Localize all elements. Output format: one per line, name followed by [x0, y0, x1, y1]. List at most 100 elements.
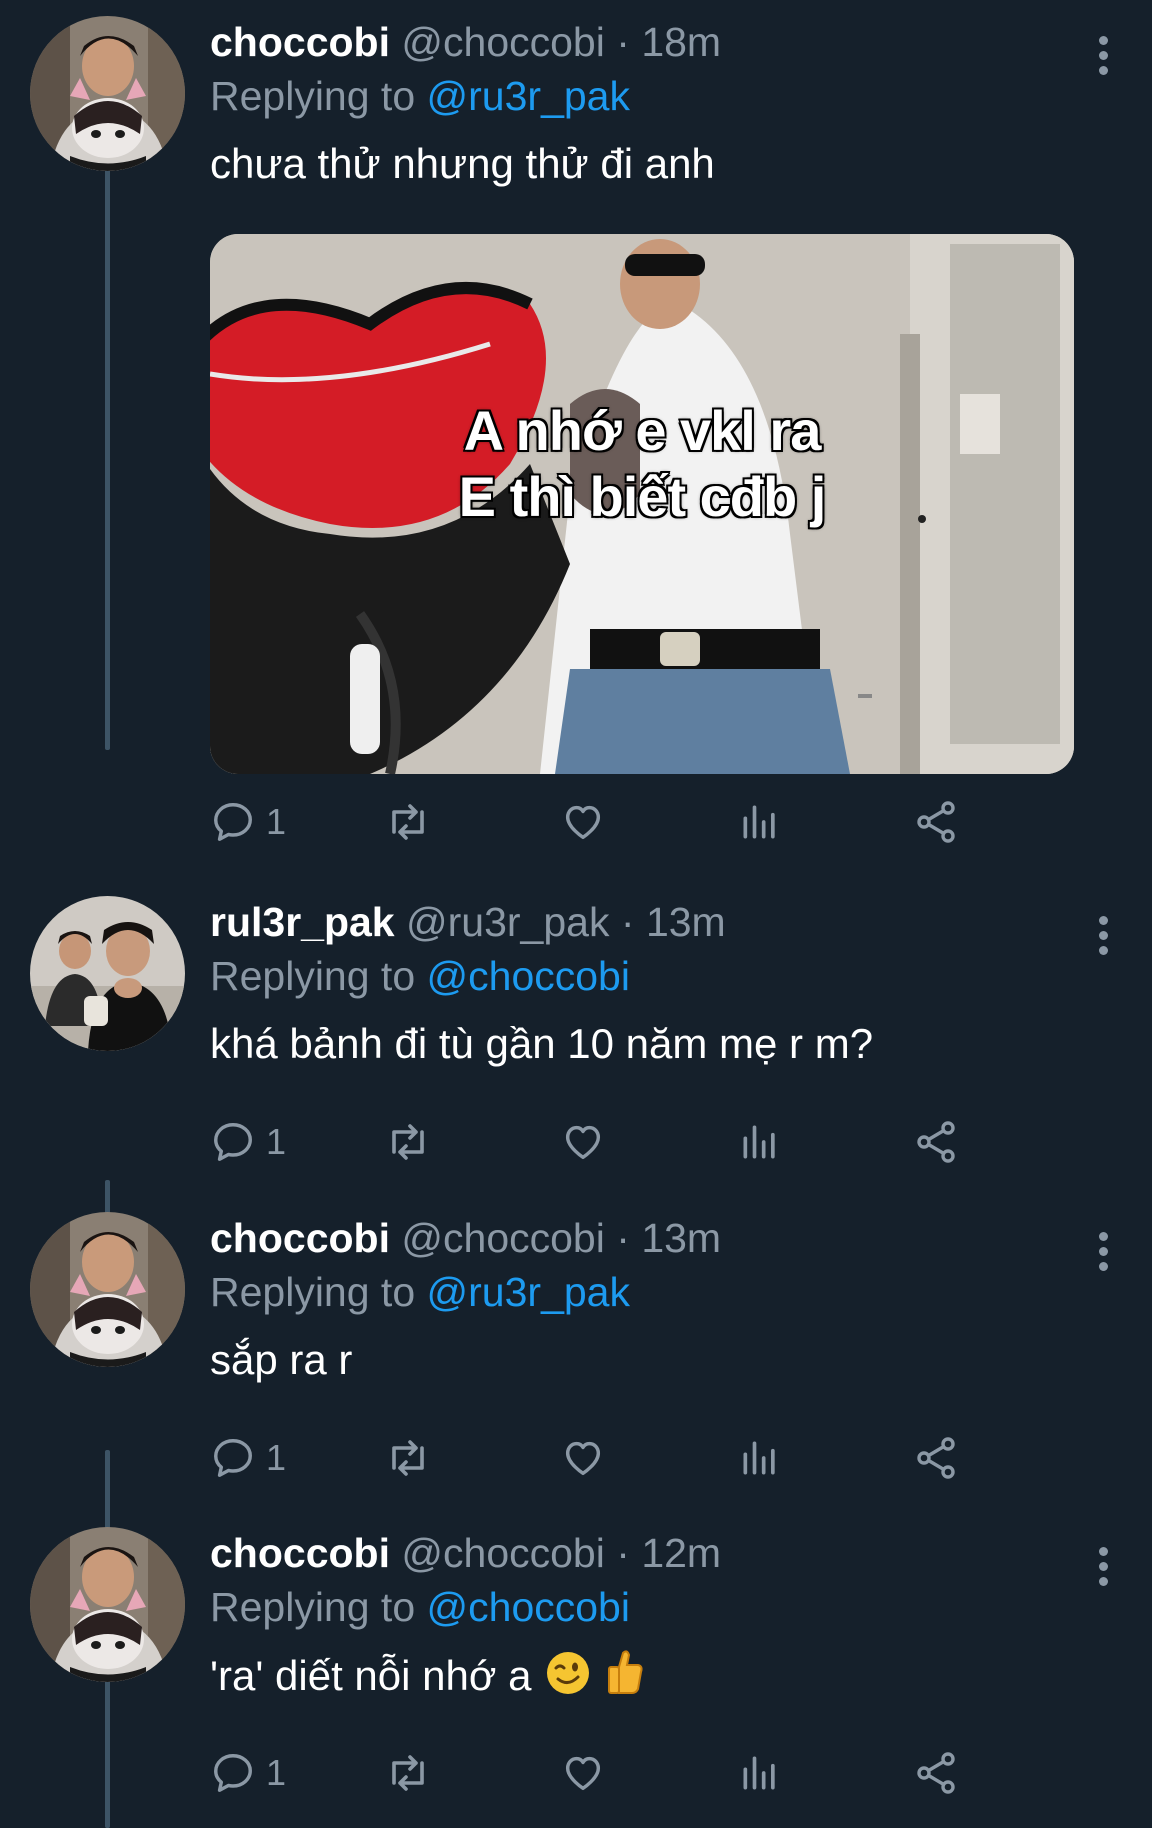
avatar[interactable]: [30, 1212, 185, 1367]
reply-button[interactable]: 1: [210, 1430, 286, 1486]
views-button[interactable]: [738, 1745, 782, 1801]
tweet-actions: 1: [210, 1430, 1090, 1486]
tweet-actions: 1: [210, 1745, 1090, 1801]
tweet-actions: 1: [210, 794, 1090, 850]
reply-icon: [210, 1435, 256, 1481]
tweet-text: chưa thử nhưng thử đi anh: [210, 140, 715, 187]
separator-dot: ·: [616, 1530, 630, 1576]
replying-to-label: Replying to: [210, 1584, 416, 1630]
share-icon: [912, 798, 960, 846]
retweet-button[interactable]: [384, 1745, 432, 1801]
tweet-text: 'ra' diết nỗi nhớ a: [210, 1652, 532, 1700]
retweet-icon: [384, 798, 432, 846]
tweet-actions: 1: [210, 1114, 1090, 1170]
timestamp[interactable]: 18m: [641, 19, 721, 65]
separator-dot: ·: [616, 1215, 630, 1261]
replying-to-label: Replying to: [210, 953, 416, 999]
mention-link[interactable]: @ru3r_pak: [427, 73, 630, 119]
reply-icon: [210, 1750, 256, 1796]
display-name[interactable]: choccobi: [210, 19, 390, 65]
views-button[interactable]: [738, 1114, 782, 1170]
share-button[interactable]: [912, 794, 960, 850]
replying-to: Replying to @choccobi: [210, 1581, 1092, 1633]
thumbs-up-emoji: [605, 1647, 645, 1711]
reply-count: 1: [266, 801, 287, 842]
like-icon: [560, 1750, 606, 1796]
tweet-content: rul3r_pak @ru3r_pak · 13m Replying to @c…: [210, 896, 1092, 1072]
reply-button[interactable]: 1: [210, 1745, 286, 1801]
tweet-header: choccobi @choccobi · 13m: [210, 1212, 1092, 1264]
timestamp[interactable]: 13m: [646, 899, 726, 945]
views-icon: [738, 1436, 782, 1480]
reply-icon: [210, 799, 256, 845]
retweet-button[interactable]: [384, 1430, 432, 1486]
mention-link[interactable]: @choccobi: [427, 953, 630, 999]
tweet-content: choccobi @choccobi · 13m Replying to @ru…: [210, 1212, 1092, 1388]
views-icon: [738, 800, 782, 844]
winking-face-emoji: [543, 1647, 593, 1711]
tweet-media-image[interactable]: A nhớ e vkl ra E thì biết cđb j: [210, 234, 1074, 774]
replying-to-label: Replying to: [210, 1269, 416, 1315]
display-name[interactable]: choccobi: [210, 1530, 390, 1576]
reply-icon: [210, 1119, 256, 1165]
mention-link[interactable]: @choccobi: [427, 1584, 630, 1630]
display-name[interactable]: rul3r_pak: [210, 899, 395, 945]
like-button[interactable]: [560, 1745, 606, 1801]
tweet-header: choccobi @choccobi · 18m: [210, 16, 1092, 68]
retweet-icon: [384, 1118, 432, 1166]
display-name[interactable]: choccobi: [210, 1215, 390, 1261]
meme-caption-line-1: A nhớ e vkl ra: [462, 398, 823, 464]
avatar[interactable]: [30, 896, 185, 1051]
more-icon[interactable]: [1096, 916, 1110, 956]
retweet-icon: [384, 1749, 432, 1797]
tweet-header: choccobi @choccobi · 12m: [210, 1527, 1092, 1579]
timestamp[interactable]: 12m: [641, 1530, 721, 1576]
avatar[interactable]: [30, 16, 185, 171]
views-button[interactable]: [738, 794, 782, 850]
replying-to: Replying to @ru3r_pak: [210, 1266, 1092, 1318]
share-button[interactable]: [912, 1430, 960, 1486]
user-handle[interactable]: @ru3r_pak: [406, 899, 609, 945]
retweet-button[interactable]: [384, 1114, 432, 1170]
more-icon[interactable]: [1096, 1232, 1110, 1272]
like-icon: [560, 1119, 606, 1165]
avatar[interactable]: [30, 1527, 185, 1682]
retweet-icon: [384, 1434, 432, 1482]
user-handle[interactable]: @choccobi: [401, 1215, 604, 1261]
reply-button[interactable]: 1: [210, 1114, 286, 1170]
meme-caption-line-2: E thì biết cđb j: [457, 464, 828, 530]
views-icon: [738, 1120, 782, 1164]
tweet[interactable]: choccobi @choccobi · 18m Replying to @ru…: [0, 16, 1152, 876]
like-button[interactable]: [560, 1114, 606, 1170]
more-icon[interactable]: [1096, 1547, 1110, 1587]
tweet[interactable]: choccobi @choccobi · 12m Replying to @ch…: [0, 1527, 1152, 1817]
tweet[interactable]: choccobi @choccobi · 13m Replying to @ru…: [0, 1212, 1152, 1492]
reply-count: 1: [266, 1121, 287, 1162]
reply-button[interactable]: 1: [210, 794, 286, 850]
like-icon: [560, 1435, 606, 1481]
tweet-text: sắp ra r: [210, 1336, 353, 1383]
share-icon: [912, 1118, 960, 1166]
replying-to-label: Replying to: [210, 73, 416, 119]
like-icon: [560, 799, 606, 845]
separator-dot: ·: [616, 19, 630, 65]
replying-to: Replying to @choccobi: [210, 950, 1092, 1002]
views-button[interactable]: [738, 1430, 782, 1486]
separator-dot: ·: [620, 899, 635, 945]
share-button[interactable]: [912, 1114, 960, 1170]
timestamp[interactable]: 13m: [641, 1215, 721, 1261]
mention-link[interactable]: @ru3r_pak: [427, 1269, 630, 1315]
tweet[interactable]: rul3r_pak @ru3r_pak · 13m Replying to @c…: [0, 896, 1152, 1176]
more-icon[interactable]: [1096, 36, 1110, 76]
like-button[interactable]: [560, 1430, 606, 1486]
reply-count: 1: [266, 1437, 287, 1478]
tweet-header: rul3r_pak @ru3r_pak · 13m: [210, 896, 1092, 948]
user-handle[interactable]: @choccobi: [401, 19, 604, 65]
user-handle[interactable]: @choccobi: [401, 1530, 604, 1576]
tweet-text-container: 'ra' diết nỗi nhớ a: [210, 1647, 1092, 1711]
tweet-content: choccobi @choccobi · 18m Replying to @ru…: [210, 16, 1092, 192]
like-button[interactable]: [560, 794, 606, 850]
views-icon: [738, 1751, 782, 1795]
retweet-button[interactable]: [384, 794, 432, 850]
share-button[interactable]: [912, 1745, 960, 1801]
